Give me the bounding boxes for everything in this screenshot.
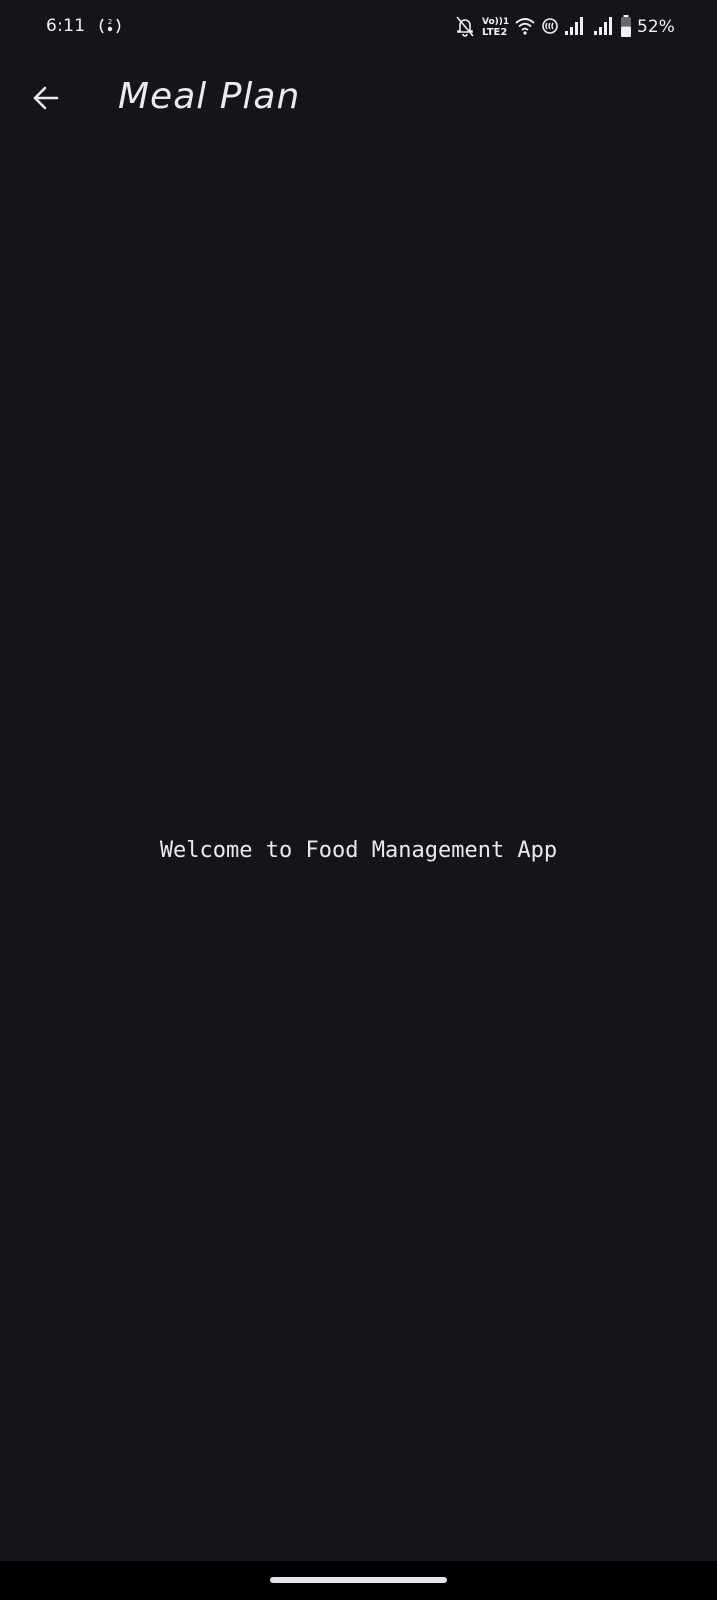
svg-text:2: 2 (108, 18, 112, 26)
hotspot-icon: 2 (99, 18, 121, 34)
battery-icon (621, 15, 631, 37)
wifi-icon (515, 18, 535, 35)
bell-off-icon (456, 16, 474, 37)
navigation-bar (0, 1561, 717, 1600)
home-gesture-handle[interactable] (270, 1577, 447, 1583)
app-bar: Meal Plan (0, 56, 717, 144)
status-bar: 6:11 2 Vo))1 LTE2 52% (0, 0, 717, 56)
back-button[interactable] (20, 72, 72, 124)
svg-text:Vo))1: Vo))1 (482, 17, 509, 27)
volte-icon: Vo))1 LTE2 (482, 17, 509, 38)
battery-percent: 52% (637, 17, 675, 37)
status-time: 6:11 (46, 16, 86, 36)
page-title: Meal Plan (118, 76, 301, 117)
nfc-icon (542, 18, 558, 34)
welcome-message: Welcome to Food Management App (159, 838, 558, 863)
signal-icon (594, 17, 612, 35)
svg-text:LTE2: LTE2 (482, 27, 507, 38)
signal-icon (565, 17, 583, 35)
arrow-left-icon (33, 86, 59, 110)
